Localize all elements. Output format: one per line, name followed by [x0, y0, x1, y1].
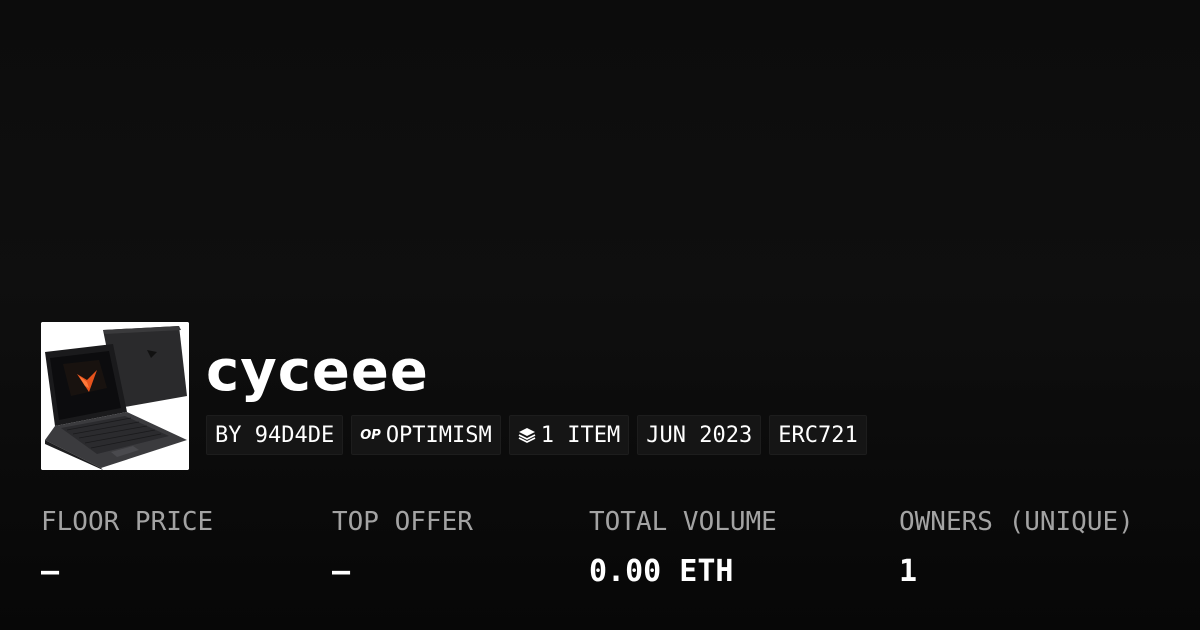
owners-stat: OWNERS (UNIQUE) 1 [899, 500, 1134, 596]
top-offer-stat: TOP OFFER – [332, 500, 473, 596]
top-offer-label: TOP OFFER [332, 507, 473, 537]
total-volume-value: 0.00 ETH [589, 554, 734, 589]
owners-label: OWNERS (UNIQUE) [899, 507, 1134, 537]
floor-price-value: – [41, 554, 60, 589]
laptop-image [41, 322, 189, 470]
floor-price-label: FLOOR PRICE [41, 507, 214, 537]
created-date-badge: JUN 2023 [637, 415, 762, 455]
floor-price-stat: FLOOR PRICE – [41, 500, 213, 596]
creator-badge[interactable]: BY 94D4DE [206, 415, 344, 455]
items-badge: 1 ITEM [508, 415, 630, 455]
collection-stats: FLOOR PRICE – TOP OFFER – TOTAL VOLUME 0… [0, 500, 1200, 600]
total-volume-label: TOTAL VOLUME [589, 507, 777, 537]
token-standard-badge: ERC721 [769, 415, 867, 455]
items-label: 1 ITEM [540, 422, 621, 448]
optimism-icon: OP [360, 427, 381, 443]
creator-label: BY 94D4DE [215, 422, 335, 448]
chain-badge[interactable]: OP OPTIMISM [351, 415, 501, 455]
token-standard-label: ERC721 [778, 422, 858, 448]
layers-icon [518, 426, 536, 444]
owners-value: 1 [899, 554, 918, 589]
total-volume-stat: TOTAL VOLUME 0.00 ETH [589, 500, 777, 596]
created-date-label: JUN 2023 [646, 422, 753, 448]
collection-thumbnail [41, 322, 189, 470]
collection-og-card: cyceee BY 94D4DE OP OPTIMISM 1 ITEM JUN … [0, 0, 1200, 630]
top-offer-value: – [332, 554, 351, 589]
chain-label: OPTIMISM [385, 422, 492, 448]
collection-title: cyceee [206, 339, 429, 404]
collection-badges: BY 94D4DE OP OPTIMISM 1 ITEM JUN 2023 ER… [206, 415, 867, 455]
